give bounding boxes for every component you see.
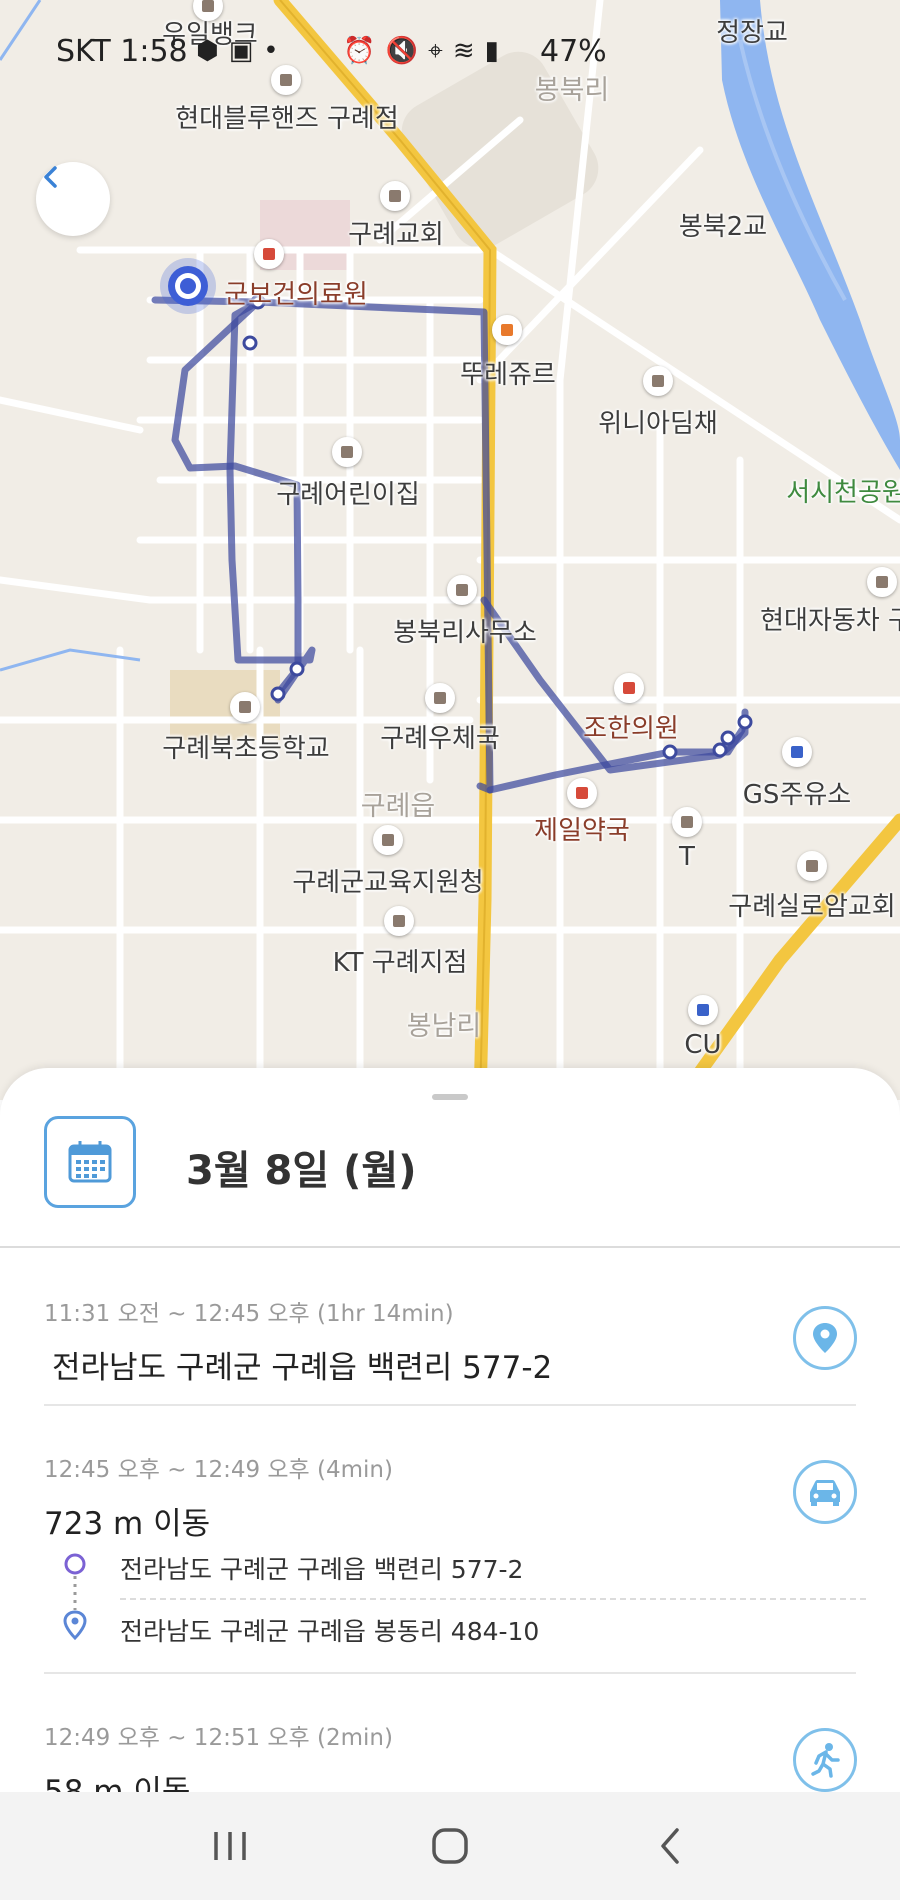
back-icon (661, 1828, 679, 1864)
map-label: 현대자동차 구 (760, 606, 900, 636)
map-label: KT 구례지점 (332, 948, 468, 978)
poi-pin[interactable] (373, 825, 403, 855)
route-origin: 전라남도 구례군 구례읍 백련리 577-2 (120, 1555, 524, 1584)
drag-handle[interactable] (432, 1094, 468, 1100)
gas-station-pin[interactable] (782, 737, 812, 767)
map-label: CU (684, 1030, 722, 1060)
map-label: 구례실로암교회 (728, 892, 896, 922)
map-area-label: 구례읍 (360, 791, 436, 822)
entry-time: 11:31 오전 ~ 12:45 오후 (1hr 14min) (44, 1301, 454, 1327)
timeline-entry[interactable]: 12:45 오후 ~ 12:49 오후 (4min) 723 m 이동 (44, 1450, 856, 1543)
divider (44, 1404, 856, 1406)
map-label: 봉북2교 (678, 212, 768, 242)
destination-pin-icon (63, 1610, 87, 1641)
map-view[interactable]: 우일뱅크 정장교 현대블루핸즈 구례점 봉북리 구례교회 봉북2교 군보건의료원… (0, 0, 900, 1100)
map-label: 군보건의료원 (224, 280, 368, 310)
car-icon (810, 1480, 840, 1506)
back-nav-button[interactable] (640, 1816, 700, 1876)
divider (120, 1598, 866, 1600)
origin-dot-icon (64, 1553, 86, 1575)
map-label: 봉북리사무소 (393, 618, 537, 648)
calendar-icon (68, 1141, 112, 1183)
map-label: 서시천공원 (786, 478, 900, 508)
home-button[interactable] (420, 1816, 480, 1876)
map-label: 제일약국 (534, 816, 630, 846)
entry-time: 12:45 오후 ~ 12:49 오후 (4min) (44, 1457, 393, 1483)
divider (44, 1672, 856, 1674)
clinic-pin[interactable] (614, 673, 644, 703)
hospital-pin[interactable] (254, 239, 284, 269)
poi-pin[interactable] (380, 181, 410, 211)
date-label: 3월 8일 (월) (186, 1148, 417, 1194)
back-button[interactable] (36, 162, 110, 236)
map-label: 위니아딤채 (598, 409, 718, 439)
poi-pin[interactable] (332, 437, 362, 467)
location-pin-button[interactable] (793, 1306, 857, 1370)
car-button[interactable] (793, 1460, 857, 1524)
navigation-bar (0, 1792, 900, 1900)
map-label: 구례군교육지원청 (292, 868, 484, 898)
map-label: 뚜레쥬르 (460, 360, 556, 390)
map-label: 현대블루핸즈 구례점 (175, 104, 399, 134)
walking-button[interactable] (793, 1728, 857, 1792)
poi-pin[interactable] (797, 851, 827, 881)
map-label: 구례교회 (348, 220, 444, 250)
poi-pin[interactable] (271, 65, 301, 95)
map-label: 구례북초등학교 (162, 734, 330, 764)
map-label: 정장교 (716, 18, 788, 48)
current-location-marker (160, 258, 216, 314)
school-pin[interactable] (230, 692, 260, 722)
poi-pin[interactable] (643, 366, 673, 396)
location-pin-icon (813, 1323, 837, 1353)
chevron-left-icon (44, 166, 57, 188)
poi-pin[interactable] (867, 567, 897, 597)
timeline-entry[interactable]: 11:31 오전 ~ 12:45 오후 (1hr 14min) 전라남도 구례군… (44, 1294, 856, 1387)
recent-apps-icon (214, 1832, 246, 1860)
map-label: GS주유소 (742, 780, 852, 810)
poi-pin[interactable] (384, 906, 414, 936)
route-destination: 전라남도 구례군 구례읍 봉동리 484-10 (120, 1617, 540, 1646)
map-label: 구례어린이집 (276, 480, 420, 510)
walking-icon (811, 1743, 840, 1778)
poi-pin[interactable] (672, 807, 702, 837)
bakery-pin[interactable] (492, 315, 522, 345)
entry-time: 12:49 오후 ~ 12:51 오후 (2min) (44, 1725, 393, 1751)
recent-apps-button[interactable] (200, 1816, 260, 1876)
home-icon (432, 1828, 468, 1864)
map-label: 우일뱅크 (162, 20, 258, 50)
map-canvas (0, 0, 900, 1100)
pharmacy-pin[interactable] (567, 778, 597, 808)
map-label: 조한의원 (583, 714, 679, 744)
poi-pin[interactable] (447, 575, 477, 605)
route-connector (63, 1553, 87, 1641)
map-label: T (679, 842, 695, 872)
map-area-label: 봉남리 (406, 1011, 482, 1042)
timeline-sheet[interactable]: 3월 8일 (월) 11:31 오전 ~ 12:45 오후 (1hr 14min… (0, 1068, 900, 1804)
divider (0, 1246, 900, 1248)
entry-title: 전라남도 구례군 구례읍 백련리 577-2 (52, 1350, 553, 1386)
map-area-label: 봉북리 (534, 75, 610, 106)
calendar-button[interactable] (44, 1116, 136, 1208)
map-label: 구례우체국 (380, 724, 500, 754)
entry-title: 723 m 이동 (44, 1506, 211, 1542)
post-office-pin[interactable] (425, 683, 455, 713)
convenience-store-pin[interactable] (688, 995, 718, 1025)
